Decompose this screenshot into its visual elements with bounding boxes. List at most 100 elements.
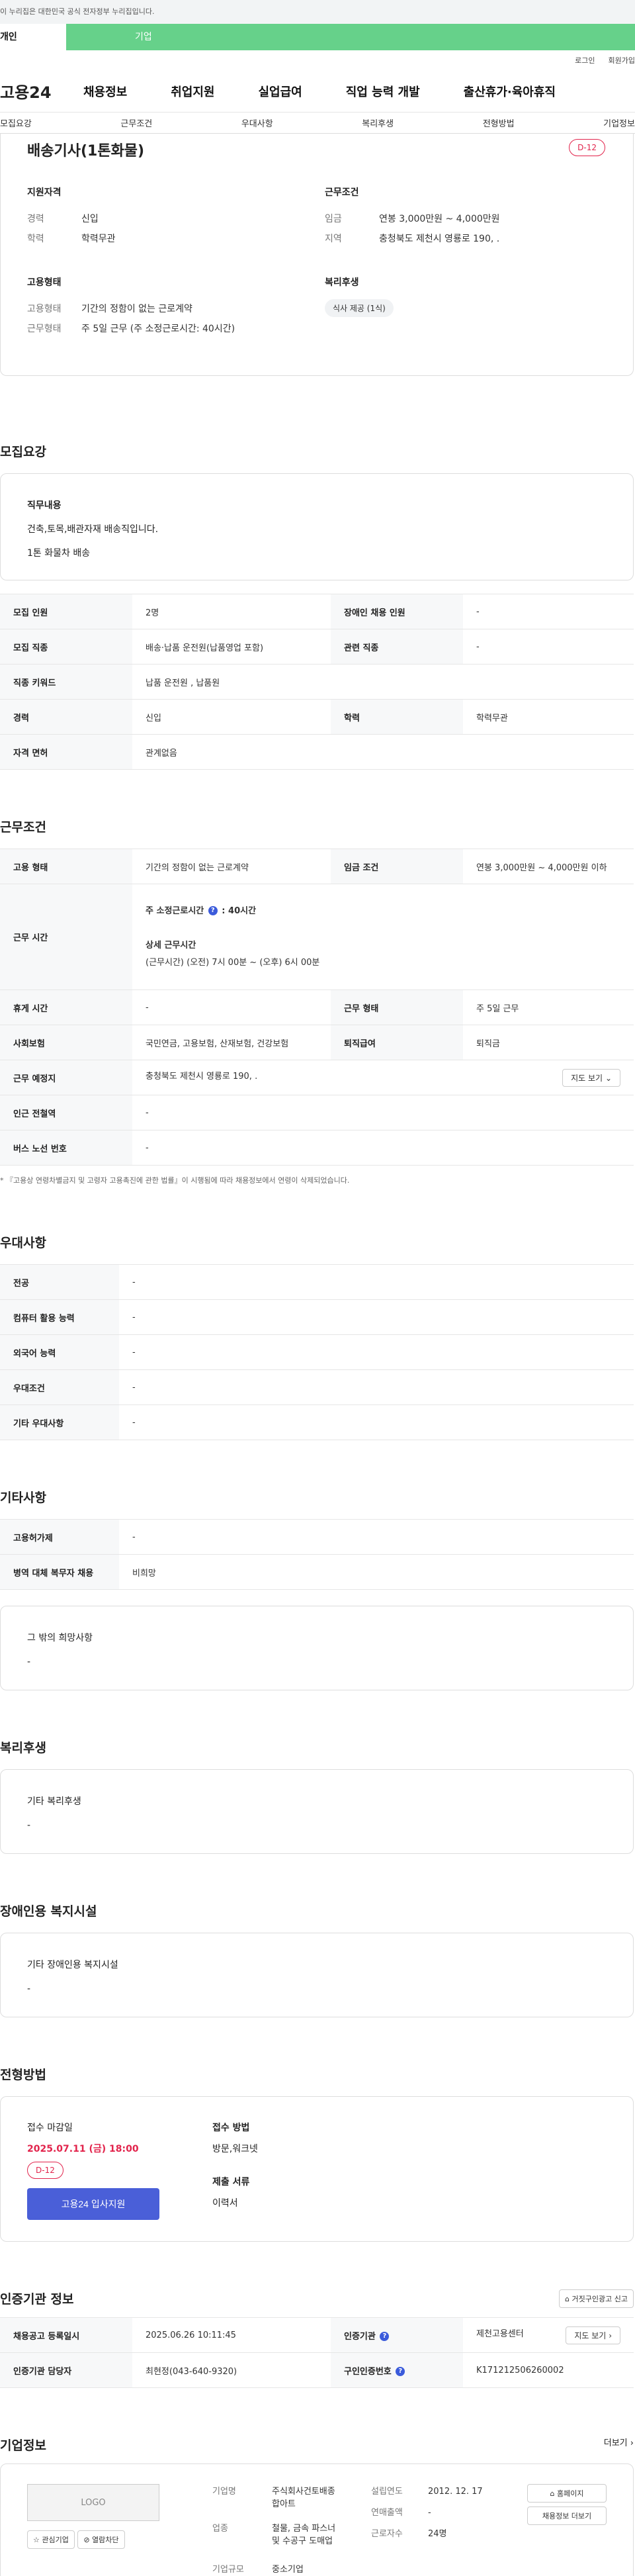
more-label: 더보기 xyxy=(603,2438,628,2448)
kv-key: 기업규모 xyxy=(212,2565,244,2575)
more-link[interactable]: 더보기 › xyxy=(604,2436,634,2448)
kv-key: 업종 xyxy=(212,2524,228,2534)
company-sales: 연매출액 - xyxy=(371,2505,431,2518)
table-value: 연봉 3,000만원 ~ 4,000만원 이하 xyxy=(463,849,634,884)
method-value: 방문,워크넷 xyxy=(212,2144,258,2154)
kv-key: 근로자수 xyxy=(371,2529,403,2539)
work-place-cell: 충청북도 제천시 영룡로 190, . 지도 보기 ⌄ xyxy=(132,1060,634,1095)
tab-personal[interactable]: 개인 xyxy=(0,24,66,50)
subnav-conditions[interactable]: 근무조건 xyxy=(120,116,152,129)
table-row: 인근 전철역 - xyxy=(0,1095,634,1130)
subnav-company[interactable]: 기업정보 xyxy=(603,116,635,129)
table-value: 최현정(043-640-9320) xyxy=(132,2352,331,2388)
table-key: 인근 전철역 xyxy=(0,1095,132,1130)
site-logo[interactable]: 고용24 xyxy=(0,79,83,103)
company-industry: 업종 철물, 금속 파스너 및 수공구 도매업 xyxy=(212,2521,335,2546)
disabled-facility-value: - xyxy=(27,1984,31,1994)
star-icon: ☆ xyxy=(33,2536,40,2544)
table-value: 2명 xyxy=(132,594,331,629)
content: 배송기사(1톤화물) D-12 지원자격 경력 신입 학력 학력무관 근무조건 임금… xyxy=(0,134,635,2576)
join-link[interactable]: 회원가입 xyxy=(609,55,635,66)
kv-key: 기업명 xyxy=(212,2487,236,2497)
summary-qualification: 지원자격 경력 신입 학력 학력무관 xyxy=(27,185,325,249)
table-key: 기타 우대사항 xyxy=(0,1404,119,1440)
subnav-recruit[interactable]: 모집요강 xyxy=(0,116,32,129)
tab-company[interactable]: 기업 xyxy=(66,24,635,50)
help-icon[interactable]: ? xyxy=(396,2367,405,2376)
summary-key: 경력 xyxy=(27,214,44,224)
subnav-welfare[interactable]: 복리후생 xyxy=(362,116,394,129)
table-value: - xyxy=(119,1264,634,1300)
kv-value: 중소기업 xyxy=(272,2565,304,2575)
section-title-recruit: 모집요강 xyxy=(0,445,46,459)
gnb-item-support[interactable]: 취업지원 xyxy=(171,83,214,100)
report-button[interactable]: ⌂ 거짓구인광고 신고 xyxy=(559,2289,634,2308)
table-row: 채용공고 등록일시 2025.06.26 10:11:45 인증기관 ? 제천고… xyxy=(0,2317,634,2353)
more-jobs-button[interactable]: 채용정보 더보기 xyxy=(527,2507,607,2525)
table-key: 채용공고 등록일시 xyxy=(0,2317,132,2353)
table-value: 납품 운전원 , 납품원 xyxy=(132,664,634,700)
detail-hours-label: 상세 근무시간 xyxy=(146,940,196,950)
help-icon[interactable]: ? xyxy=(380,2332,390,2341)
table-key: 근무 예정지 xyxy=(0,1060,132,1095)
chevron-right-icon: › xyxy=(609,2330,612,2340)
table-value: 배송·납품 운전원(납품영업 포함) xyxy=(132,629,331,665)
help-icon[interactable]: ? xyxy=(208,906,218,915)
gnb-item-leave[interactable]: 출산휴가·육아휴직 xyxy=(464,83,556,100)
table-row: 전공 - xyxy=(0,1264,634,1300)
gnb-item-training[interactable]: 직업 능력 개발 xyxy=(346,83,420,100)
table-value: - xyxy=(132,989,331,1025)
table-value: 국민연금, 고용보험, 산재보험, 건강보험 xyxy=(132,1025,331,1060)
table-value: - xyxy=(463,629,634,665)
util-bar: 로그인 회원가입 xyxy=(0,50,635,70)
method-col: 접수 방법 방문,워크넷 제출 서류 이력서 xyxy=(212,2121,258,2209)
gnb-item-jobs[interactable]: 채용정보 xyxy=(83,83,127,100)
apply-button[interactable]: 고용24 입사지원 xyxy=(27,2188,159,2220)
chevron-down-icon: ⌄ xyxy=(605,1073,612,1083)
table-row: 근무 시간 주 소정근로시간 ? : 40시간 상세 근무시간 (근무시간) (… xyxy=(0,884,634,990)
favorite-label: 관심기업 xyxy=(42,2536,69,2544)
table-value: 비희망 xyxy=(119,1554,634,1590)
disabled-facility-label: 기타 장애인용 복지시설 xyxy=(27,1960,118,1970)
kv-value: 철물, 금속 파스너 xyxy=(272,2524,336,2534)
deadline-col: 접수 마감일 2025.07.11 (금) 18:00 D-12 고용24 입사… xyxy=(27,2121,159,2220)
etc-box-label: 그 밖의 희망사항 xyxy=(27,1633,93,1643)
job-title: 배송기사(1톤화물) xyxy=(27,143,145,160)
table-key: 휴게 시간 xyxy=(0,989,132,1025)
chevron-right-icon: › xyxy=(630,2438,634,2448)
table-value: - xyxy=(132,1095,634,1130)
summary-title: 복리후생 xyxy=(325,277,359,288)
table-key: 우대조건 xyxy=(0,1369,119,1405)
table-key: 관련 직종 xyxy=(331,629,463,665)
table-row: 경력 신입 학력 학력무관 xyxy=(0,699,634,735)
table-value: - xyxy=(119,1299,634,1335)
table-row: 직종 키워드 납품 운전원 , 납품원 xyxy=(0,664,634,700)
subnav-process[interactable]: 전형방법 xyxy=(483,116,515,129)
homepage-button[interactable]: ⌂ 홈페이지 xyxy=(527,2484,607,2503)
process-box: 접수 마감일 2025.07.11 (금) 18:00 D-12 고용24 입사… xyxy=(0,2096,634,2242)
summary-conditions: 근무조건 임금 연봉 3,000만원 ~ 4,000만원 지역 충청북도 제천시 영… xyxy=(325,185,603,249)
block-view-button[interactable]: ⊘ 열람차단 xyxy=(77,2530,125,2549)
table-row: 모집 인원 2명 장애인 채용 인원 - xyxy=(0,594,634,629)
kv-value: 24명 xyxy=(428,2529,447,2539)
table-key: 구인인증번호 ? xyxy=(331,2352,463,2388)
kv-key: 연매출액 xyxy=(371,2508,403,2518)
table-value: K171212506260002 xyxy=(463,2352,634,2388)
gnb-item-benefit[interactable]: 실업급여 xyxy=(259,83,302,100)
deadline-dday: D-12 xyxy=(27,2162,64,2179)
map-button[interactable]: 지도 보기 ⌄ xyxy=(562,1068,620,1087)
favorite-company-button[interactable]: ☆ 관심기업 xyxy=(27,2530,75,2549)
company-logo: LOGO xyxy=(27,2484,159,2521)
etc-box: 그 밖의 희망사항 - xyxy=(0,1606,634,1690)
summary-row: 고용형태 기간의 정함이 없는 근로계약 xyxy=(27,299,325,319)
summary-key: 근무형태 xyxy=(27,324,62,334)
login-link[interactable]: 로그인 xyxy=(575,55,595,66)
agency-label: 인증기관 xyxy=(344,2331,376,2342)
agency-map-button[interactable]: 지도 보기 › xyxy=(566,2326,620,2344)
company-header: 기업정보 더보기 › xyxy=(0,2436,635,2458)
table-key: 인증기관 담당자 xyxy=(0,2352,132,2388)
table-value: - xyxy=(119,1519,634,1555)
table-row: 외국어 능력 - xyxy=(0,1334,634,1370)
table-value: 신입 xyxy=(132,699,331,735)
subnav-preference[interactable]: 우대사항 xyxy=(241,116,273,129)
